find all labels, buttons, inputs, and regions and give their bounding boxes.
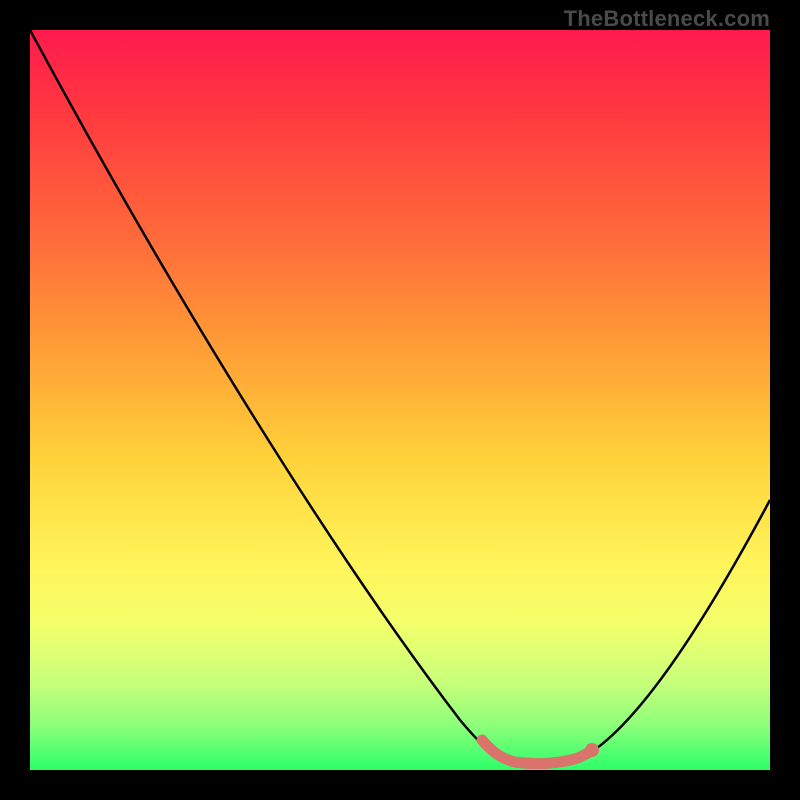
highlight-segment	[482, 740, 590, 764]
chart-frame: TheBottleneck.com	[0, 0, 800, 800]
chart-svg	[30, 30, 770, 770]
bottleneck-curve	[30, 30, 770, 764]
watermark-text: TheBottleneck.com	[564, 6, 770, 32]
highlight-end-dot	[585, 743, 599, 757]
chart-plot-area	[30, 30, 770, 770]
